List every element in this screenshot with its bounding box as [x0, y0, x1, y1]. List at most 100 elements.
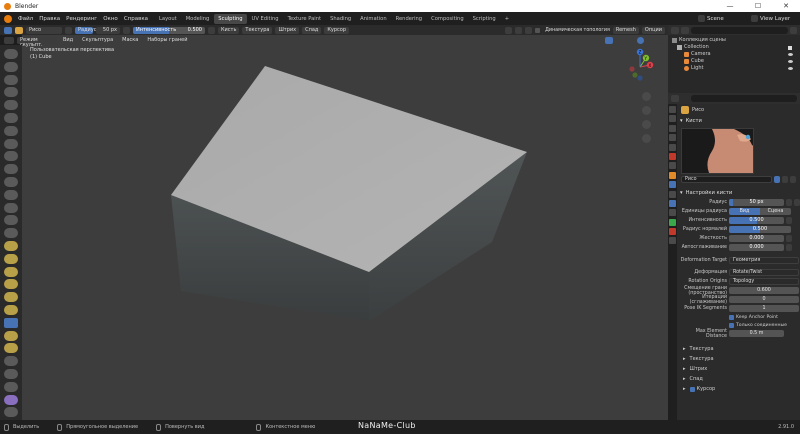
- tab-modifiers-icon[interactable]: [669, 181, 676, 189]
- tool-draw-face-sets-icon[interactable]: [4, 394, 18, 405]
- tab-world-icon[interactable]: [669, 152, 676, 160]
- navigation-gizmo[interactable]: X Y Z: [622, 47, 658, 83]
- strength-slider[interactable]: Интенсивность 0.500: [133, 26, 205, 34]
- 3d-viewport[interactable]: Пользовательская перспектива (1) Cube X …: [22, 35, 668, 420]
- deformation-select[interactable]: Rotate/Twist: [729, 269, 799, 276]
- deformation-target-select[interactable]: Геометрия: [729, 257, 799, 264]
- menu-edit[interactable]: Правка: [36, 16, 63, 22]
- tool-inflate-icon[interactable]: [4, 125, 18, 136]
- brush-select-field[interactable]: Рисо: [681, 176, 772, 183]
- tab-data-icon[interactable]: [669, 218, 676, 226]
- workspace-tab-texture-paint[interactable]: Texture Paint: [284, 14, 325, 24]
- radius-field[interactable]: 50 px: [96, 26, 120, 34]
- menu-window[interactable]: Окно: [100, 16, 121, 22]
- visibility-icon[interactable]: [583, 36, 591, 44]
- properties-editor-icon[interactable]: [671, 95, 679, 102]
- maximize-button[interactable]: ☐: [744, 2, 772, 10]
- minimize-button[interactable]: —: [716, 2, 744, 10]
- brush-fake-user-button[interactable]: [774, 176, 780, 183]
- tool-flatten-icon[interactable]: [4, 176, 18, 187]
- radius-pressure-icon[interactable]: [123, 26, 130, 34]
- radius-lock-button[interactable]: [794, 199, 800, 206]
- brush-settings-header[interactable]: ▾ Настройки кисти: [677, 188, 800, 198]
- iterations-field[interactable]: 0: [729, 296, 799, 303]
- face-sets-menu[interactable]: Наборы граней: [144, 37, 190, 44]
- tool-crease-icon[interactable]: [4, 151, 18, 162]
- tab-tool-icon[interactable]: [669, 106, 676, 113]
- gizmo-toggle-icon[interactable]: [594, 36, 602, 44]
- add-workspace-button[interactable]: +: [501, 14, 513, 24]
- scene-icon[interactable]: [698, 15, 705, 22]
- tab-view-layer-icon[interactable]: [669, 134, 676, 142]
- tool-mask-icon[interactable]: [4, 381, 18, 392]
- shading-material-icon[interactable]: [647, 36, 654, 44]
- keep-anchor-checkbox[interactable]: [729, 314, 734, 320]
- autosmooth-pressure-button[interactable]: [786, 244, 792, 251]
- outliner-scene-collection[interactable]: Коллекция сцены: [672, 37, 796, 44]
- stroke-subpanel[interactable]: ▸ Штрих: [683, 364, 800, 374]
- brush-fake-user-icon[interactable]: [65, 26, 72, 34]
- tool-grab-icon[interactable]: [4, 240, 18, 251]
- gizmo-neg-x-axis[interactable]: [629, 66, 635, 72]
- texture-mask-subpanel[interactable]: ▸ Текстура: [683, 354, 800, 364]
- tool-fill-icon[interactable]: [4, 189, 18, 200]
- xray-toggle-icon[interactable]: [616, 36, 624, 44]
- tab-particles-icon[interactable]: [669, 190, 676, 198]
- outliner-row-camera[interactable]: Camera: [672, 51, 796, 58]
- menu-help[interactable]: Справка: [121, 16, 151, 22]
- radius-unit-view[interactable]: Вид: [729, 208, 760, 215]
- light-visibility-icon[interactable]: [788, 67, 793, 70]
- tool-draw-sharp-icon[interactable]: [4, 61, 18, 72]
- radius-unit-scene[interactable]: Сцена: [760, 208, 791, 215]
- brushes-section-header[interactable]: ▾ Кисти: [677, 116, 800, 126]
- outliner-row-cube[interactable]: Cube: [672, 58, 796, 65]
- tool-boundary-icon[interactable]: [4, 343, 18, 354]
- gizmo-neg-y-axis[interactable]: [632, 72, 638, 78]
- tool-elastic-deform-icon[interactable]: [4, 253, 18, 264]
- symmetry-y-icon[interactable]: [515, 26, 523, 34]
- tab-scene-icon[interactable]: [669, 143, 676, 151]
- workspace-tab-shading[interactable]: Shading: [326, 14, 355, 24]
- slide-offset-field[interactable]: 0.600: [729, 287, 799, 294]
- dyntopo-label[interactable]: Динамическая топология: [545, 28, 610, 33]
- overlay-toggle-icon[interactable]: [605, 36, 613, 44]
- menu-render[interactable]: Рендеринг: [63, 16, 100, 22]
- perspective-toggle-icon[interactable]: [642, 134, 651, 143]
- brush-duplicate-button[interactable]: [782, 176, 788, 183]
- tool-nudge-icon[interactable]: [4, 304, 18, 315]
- tab-physics-icon[interactable]: [669, 199, 676, 207]
- tab-constraints-icon[interactable]: [669, 209, 676, 217]
- tool-draw-icon[interactable]: [4, 49, 18, 59]
- tool-clay-strips-icon[interactable]: [4, 87, 18, 98]
- cube-visibility-icon[interactable]: [788, 60, 793, 63]
- workspace-tab-sculpting[interactable]: Sculpting: [214, 13, 247, 24]
- strength-pressure-icon[interactable]: [208, 26, 215, 34]
- properties-search-input[interactable]: [691, 95, 797, 102]
- workspace-tab-uv-editing[interactable]: UV Editing: [248, 14, 283, 24]
- tool-layer-icon[interactable]: [4, 112, 18, 123]
- tool-dropdown-icon[interactable]: [4, 26, 12, 34]
- falloff-menu[interactable]: Спад: [302, 26, 322, 34]
- viewport-scene[interactable]: [22, 35, 668, 420]
- tool-slide-relax-icon[interactable]: [4, 330, 18, 341]
- texture-subpanel[interactable]: ▸ Текстура: [683, 344, 800, 354]
- view-layer-selector[interactable]: View Layer: [760, 16, 800, 22]
- camera-visibility-icon[interactable]: [788, 53, 793, 56]
- tab-collection-icon[interactable]: [669, 162, 676, 170]
- strength-prop-slider[interactable]: 0.500: [729, 217, 784, 224]
- hardness-slider[interactable]: 0.000: [729, 235, 784, 242]
- workspace-tab-rendering[interactable]: Rendering: [392, 14, 427, 24]
- view-layer-icon[interactable]: [751, 15, 758, 22]
- brush-thumbnail[interactable]: [681, 128, 754, 174]
- rotation-origins-select[interactable]: Topology: [729, 278, 799, 285]
- editor-type-icon[interactable]: [4, 36, 14, 44]
- outliner-collection[interactable]: Collection: [672, 44, 796, 51]
- workspace-tab-compositing[interactable]: Compositing: [427, 14, 468, 24]
- outliner-row-light[interactable]: Light: [672, 65, 796, 72]
- outliner-search-input[interactable]: [691, 26, 788, 34]
- brush-preview-icon[interactable]: [15, 26, 23, 34]
- brush-remove-button[interactable]: [790, 176, 796, 183]
- blender-menu-icon[interactable]: [4, 14, 12, 23]
- remesh-menu[interactable]: Remesh: [612, 26, 639, 34]
- tool-scrape-icon[interactable]: [4, 202, 18, 213]
